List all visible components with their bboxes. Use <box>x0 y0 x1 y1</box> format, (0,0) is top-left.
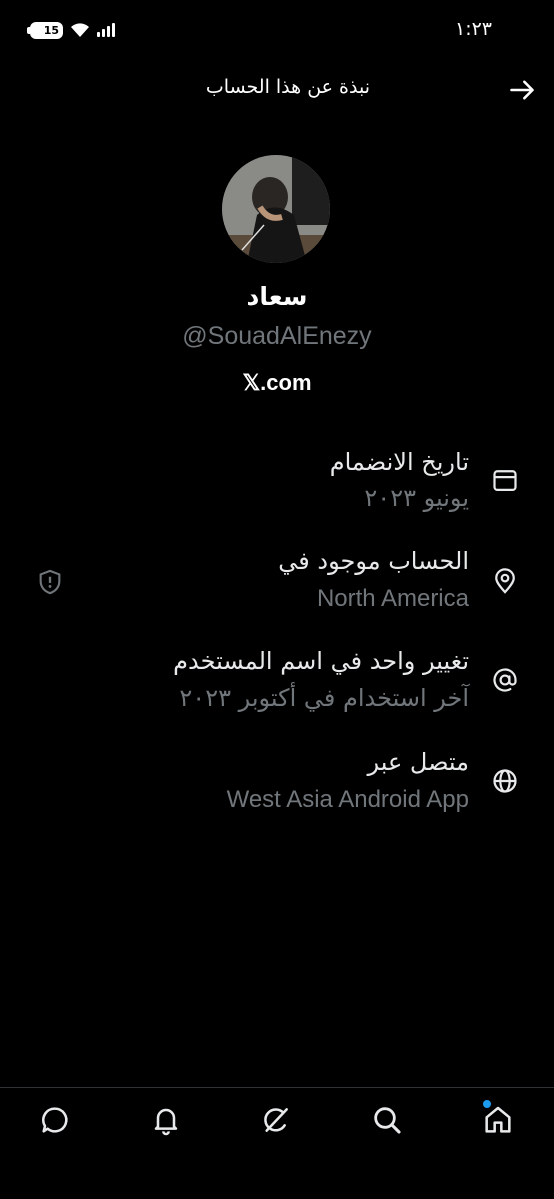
connected-via-label: متصل عبر <box>367 748 469 776</box>
connected-via-value: West Asia Android App <box>226 786 469 813</box>
joined-value: يونيو ٢٠٢٣ <box>364 484 469 512</box>
location-value: North America <box>316 585 469 612</box>
status-time: ١:٢٣ <box>455 18 493 40</box>
grok-icon[interactable] <box>260 1104 292 1136</box>
home-icon[interactable] <box>482 1104 514 1136</box>
signal-icon <box>97 23 115 37</box>
status-icons: 15 <box>27 20 115 40</box>
joined-label: تاريخ الانضمام <box>329 448 469 476</box>
profile-name: سعاد <box>246 282 308 311</box>
calendar-icon <box>493 470 517 492</box>
username-change-label: تغيير واحد في اسم المستخدم <box>173 647 469 675</box>
wifi-icon <box>71 23 89 37</box>
notifications-icon[interactable] <box>150 1104 182 1136</box>
username-change-value: آخر استخدام في أكتوبر ٢٠٢٣ <box>179 684 469 712</box>
home-notification-dot <box>483 1100 491 1108</box>
location-pin-icon <box>495 568 515 594</box>
search-icon[interactable] <box>371 1104 403 1136</box>
profile-site[interactable]: 𝕏.com <box>0 370 554 396</box>
messages-icon[interactable] <box>39 1104 71 1136</box>
bottom-nav-divider <box>0 1087 554 1088</box>
location-label: الحساب موجود في <box>278 547 469 575</box>
back-arrow-icon[interactable] <box>508 76 536 104</box>
profile-handle: @SouadAlEnezy <box>182 322 372 350</box>
page-title: نبذة عن هذا الحساب <box>205 76 370 98</box>
at-sign-icon <box>493 668 517 692</box>
globe-icon <box>493 769 517 793</box>
shield-icon[interactable] <box>36 568 64 596</box>
avatar[interactable] <box>222 155 330 263</box>
battery-icon: 15 <box>27 21 63 39</box>
